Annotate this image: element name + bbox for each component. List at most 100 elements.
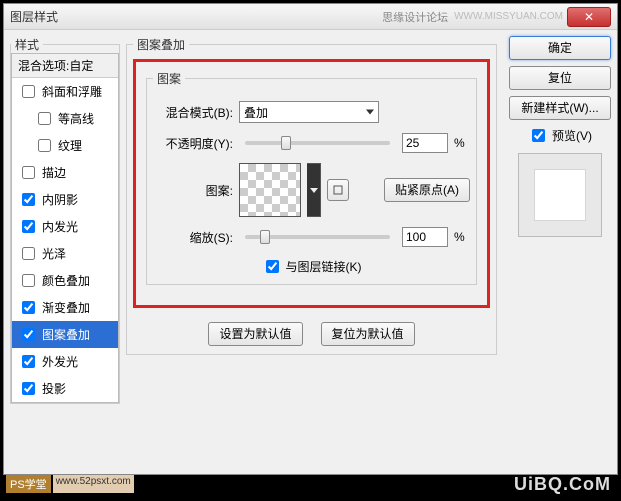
style-checkbox[interactable]	[22, 382, 35, 395]
blend-mode-value: 叠加	[244, 104, 268, 121]
blend-mode-label: 混合模式(B):	[153, 104, 233, 121]
opacity-row: 不透明度(Y): 25 %	[153, 133, 470, 153]
style-row[interactable]: 外发光	[12, 348, 118, 375]
center-column: 图案叠加 图案 混合模式(B): 叠加 不透明度(Y):	[120, 36, 503, 468]
style-row[interactable]: 内发光	[12, 213, 118, 240]
defaults-row: 设置为默认值 复位为默认值	[133, 322, 490, 346]
titlebar[interactable]: 图层样式 思缘设计论坛 WWW.MISSYUAN.COM ✕	[4, 4, 617, 30]
style-label: 内阴影	[42, 191, 78, 208]
new-preset-icon	[332, 184, 344, 196]
bottom-badge: PS学堂 www.52psxt.com	[6, 475, 134, 493]
style-row[interactable]: 图案叠加	[12, 321, 118, 348]
pattern-row: 图案: 贴紧原点(A)	[153, 163, 470, 217]
style-label: 描边	[42, 164, 66, 181]
style-checkbox[interactable]	[22, 355, 35, 368]
preview-label: 预览(V)	[552, 127, 592, 144]
opacity-thumb[interactable]	[281, 136, 291, 150]
style-row[interactable]: 光泽	[12, 240, 118, 267]
link-row: 与图层链接(K)	[153, 257, 470, 276]
style-row[interactable]: 内阴影	[12, 186, 118, 213]
style-row[interactable]: 纹理	[12, 132, 118, 159]
opacity-pct: %	[454, 136, 470, 150]
style-label: 光泽	[42, 245, 66, 262]
pattern-sub-legend: 图案	[153, 70, 185, 87]
highlight-box: 图案 混合模式(B): 叠加 不透明度(Y):	[133, 59, 490, 308]
scale-thumb[interactable]	[260, 230, 270, 244]
style-checkbox[interactable]	[22, 220, 35, 233]
blend-mode-combo[interactable]: 叠加	[239, 101, 379, 123]
style-checkbox[interactable]	[38, 139, 51, 152]
preview-row: 预览(V)	[509, 126, 611, 145]
dialog-body: 样式 混合选项:自定 斜面和浮雕等高线纹理描边内阴影内发光光泽颜色叠加渐变叠加图…	[4, 30, 617, 474]
left-column: 样式 混合选项:自定 斜面和浮雕等高线纹理描边内阴影内发光光泽颜色叠加渐变叠加图…	[10, 36, 120, 468]
link-layer-checkbox[interactable]	[266, 260, 279, 273]
style-row[interactable]: 渐变叠加	[12, 294, 118, 321]
preview-checkbox[interactable]	[532, 129, 545, 142]
style-label: 内发光	[42, 218, 78, 235]
style-row[interactable]: 描边	[12, 159, 118, 186]
close-button[interactable]: ✕	[567, 7, 611, 27]
window-title: 图层样式	[10, 8, 382, 25]
scale-pct: %	[454, 230, 470, 244]
badge-text-1: PS学堂	[6, 475, 51, 493]
style-label: 渐变叠加	[42, 299, 90, 316]
blend-options-row[interactable]: 混合选项:自定	[12, 54, 118, 78]
blend-mode-row: 混合模式(B): 叠加	[153, 101, 470, 123]
style-checkbox[interactable]	[22, 274, 35, 287]
opacity-label: 不透明度(Y):	[153, 135, 233, 152]
opacity-input[interactable]: 25	[402, 133, 448, 153]
ok-button[interactable]: 确定	[509, 36, 611, 60]
set-default-button[interactable]: 设置为默认值	[208, 322, 302, 346]
style-label: 图案叠加	[42, 326, 90, 343]
preview-box	[518, 153, 602, 237]
style-label: 纹理	[58, 137, 82, 154]
chevron-down-icon	[366, 110, 374, 115]
style-checkbox[interactable]	[22, 301, 35, 314]
link-layer-label: 与图层链接(K)	[286, 258, 362, 275]
create-pattern-button[interactable]	[327, 179, 349, 201]
style-label: 斜面和浮雕	[42, 83, 102, 100]
scale-slider[interactable]	[245, 235, 390, 239]
style-checkbox[interactable]	[22, 247, 35, 260]
pattern-label: 图案:	[153, 182, 233, 199]
style-label: 等高线	[58, 110, 94, 127]
watermark-url: WWW.MISSYUAN.COM	[454, 11, 563, 22]
pattern-subgroup: 图案 混合模式(B): 叠加 不透明度(Y):	[146, 70, 477, 285]
scale-label: 缩放(S):	[153, 229, 233, 246]
style-row[interactable]: 斜面和浮雕	[12, 78, 118, 105]
style-checkbox[interactable]	[22, 85, 35, 98]
new-style-button[interactable]: 新建样式(W)...	[509, 96, 611, 120]
style-checkbox[interactable]	[22, 328, 35, 341]
opacity-slider[interactable]	[245, 141, 390, 145]
style-row[interactable]: 颜色叠加	[12, 267, 118, 294]
style-row[interactable]: 投影	[12, 375, 118, 402]
watermark-text: 思缘设计论坛	[382, 9, 448, 25]
styles-fieldset: 样式 混合选项:自定 斜面和浮雕等高线纹理描边内阴影内发光光泽颜色叠加渐变叠加图…	[10, 36, 120, 404]
pattern-overlay-group: 图案叠加 图案 混合模式(B): 叠加 不透明度(Y):	[126, 36, 497, 355]
style-checkbox[interactable]	[22, 166, 35, 179]
pattern-overlay-legend: 图案叠加	[133, 36, 189, 53]
style-label: 投影	[42, 380, 66, 397]
style-label: 颜色叠加	[42, 272, 90, 289]
reset-default-button[interactable]: 复位为默认值	[321, 322, 415, 346]
style-row[interactable]: 等高线	[12, 105, 118, 132]
pattern-picker-button[interactable]	[307, 163, 321, 217]
styles-legend: 样式	[11, 36, 43, 53]
reset-button[interactable]: 复位	[509, 66, 611, 90]
style-checkbox[interactable]	[22, 193, 35, 206]
style-checkbox[interactable]	[38, 112, 51, 125]
style-label: 外发光	[42, 353, 78, 370]
pattern-swatch-wrap	[239, 163, 321, 217]
close-icon: ✕	[584, 10, 594, 24]
chevron-down-icon	[310, 188, 318, 193]
snap-origin-button[interactable]: 贴紧原点(A)	[384, 178, 470, 202]
badge-text-2: www.52psxt.com	[53, 475, 134, 493]
right-column: 确定 复位 新建样式(W)... 预览(V)	[503, 36, 611, 468]
preview-swatch	[534, 169, 586, 221]
layer-style-dialog: 图层样式 思缘设计论坛 WWW.MISSYUAN.COM ✕ 样式 混合选项:自…	[3, 3, 618, 475]
styles-list: 混合选项:自定 斜面和浮雕等高线纹理描边内阴影内发光光泽颜色叠加渐变叠加图案叠加…	[11, 53, 119, 403]
scale-row: 缩放(S): 100 %	[153, 227, 470, 247]
pattern-swatch[interactable]	[239, 163, 301, 217]
bottom-watermark: UiBQ.CoM	[514, 474, 611, 495]
scale-input[interactable]: 100	[402, 227, 448, 247]
